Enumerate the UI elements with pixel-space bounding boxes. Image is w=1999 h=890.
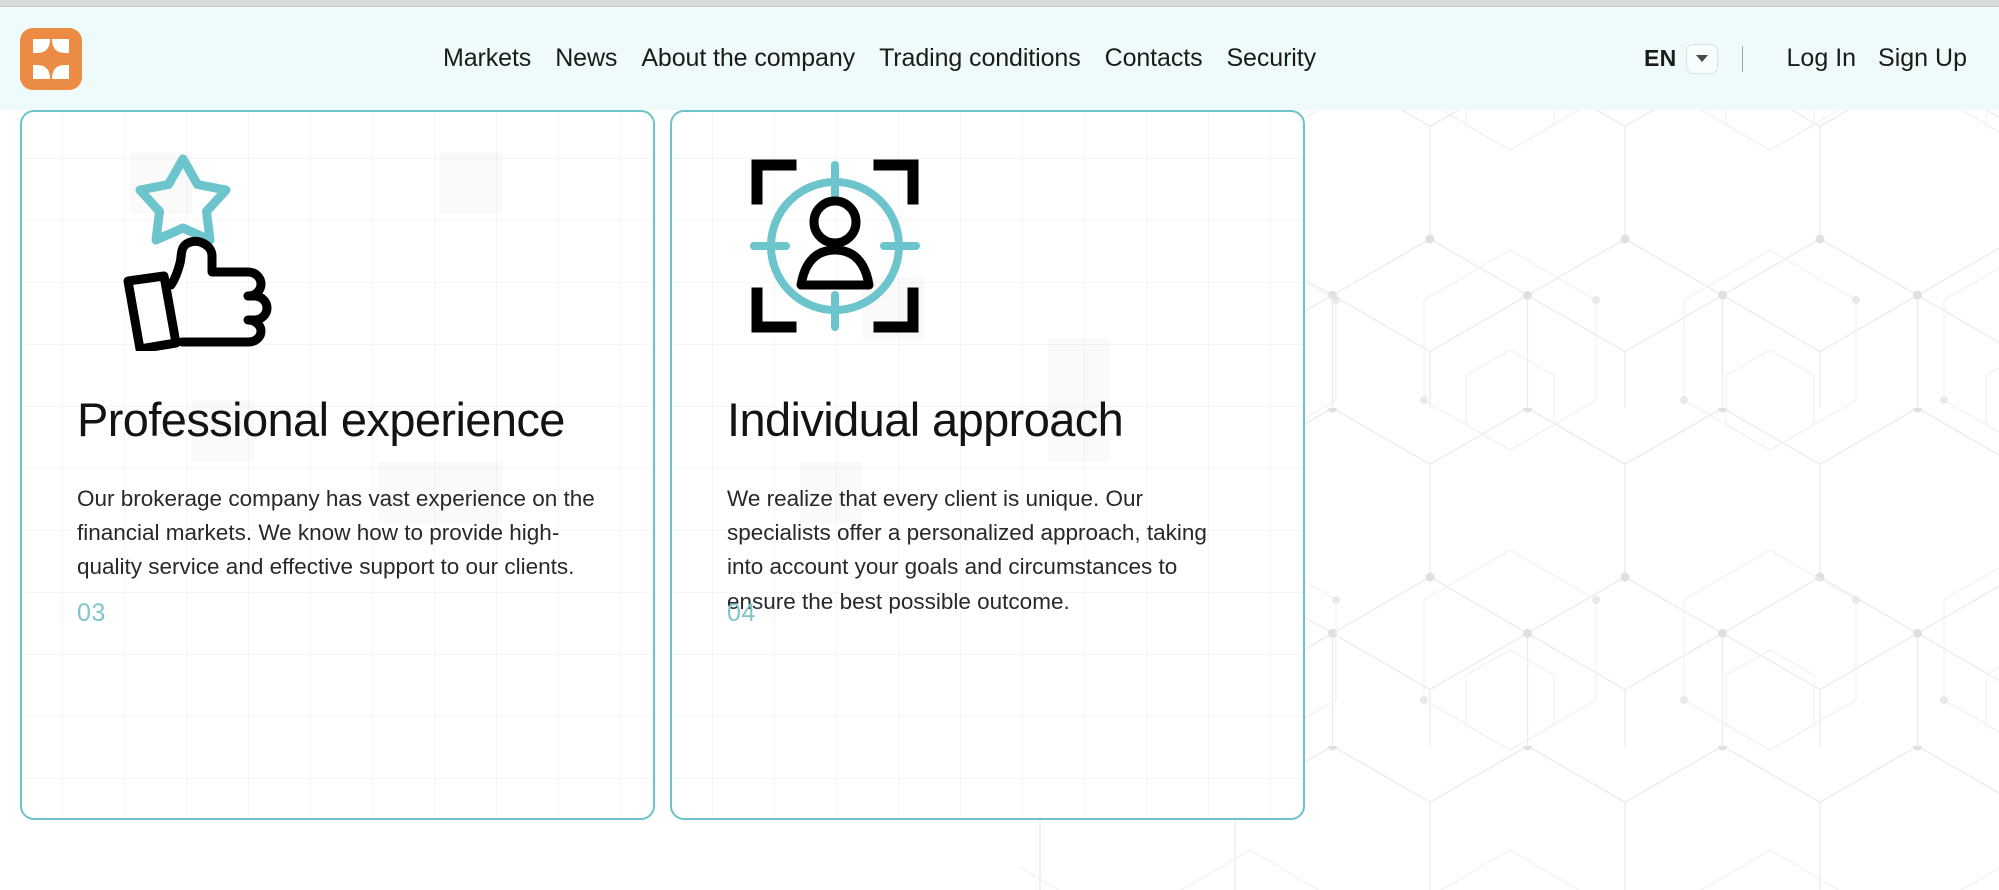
chevron-down-icon[interactable] [1685, 43, 1718, 74]
page-root: Markets News About the company Trading c… [0, 0, 1999, 890]
card-title: Individual approach [727, 393, 1124, 446]
feature-cards: Professional experience Our brokerage co… [20, 110, 1305, 820]
sign-up-link[interactable]: Sign Up [1878, 44, 1967, 73]
star-icon [135, 154, 231, 245]
person-icon [796, 196, 874, 290]
feature-card-individual-approach[interactable]: Individual approach We realize that ever… [670, 110, 1305, 820]
header-actions: EN Log In Sign Up [1644, 7, 1967, 110]
main-navigation: Markets News About the company Trading c… [443, 7, 1316, 110]
nav-item-trading-conditions[interactable]: Trading conditions [879, 46, 1081, 71]
nav-item-markets[interactable]: Markets [443, 46, 531, 71]
log-in-link[interactable]: Log In [1787, 44, 1857, 73]
site-header: Markets News About the company Trading c… [0, 7, 1999, 110]
thumbs-up-icon [123, 236, 272, 351]
butterfly-x-logo-icon [33, 39, 69, 79]
header-divider [1741, 45, 1743, 72]
brand-logo[interactable] [20, 28, 82, 90]
card-title: Professional experience [77, 393, 565, 446]
card-number: 04 [727, 599, 757, 627]
card-number: 03 [77, 599, 107, 627]
nav-item-about-the-company[interactable]: About the company [641, 46, 855, 71]
card-icon-professional-experience [70, 112, 605, 357]
card-body-text: We realize that every client is unique. … [727, 485, 1207, 614]
nav-item-security[interactable]: Security [1226, 46, 1316, 71]
language-code: EN [1643, 45, 1677, 71]
card-icon-individual-approach [720, 112, 1255, 357]
feature-card-professional-experience[interactable]: Professional experience Our brokerage co… [20, 110, 655, 820]
nav-item-news[interactable]: News [555, 46, 617, 71]
language-selector[interactable]: EN [1643, 43, 1718, 74]
browser-chrome-strip [0, 0, 1999, 7]
nav-item-contacts[interactable]: Contacts [1105, 46, 1203, 71]
card-body-text: Our brokerage company has vast experienc… [77, 485, 595, 580]
